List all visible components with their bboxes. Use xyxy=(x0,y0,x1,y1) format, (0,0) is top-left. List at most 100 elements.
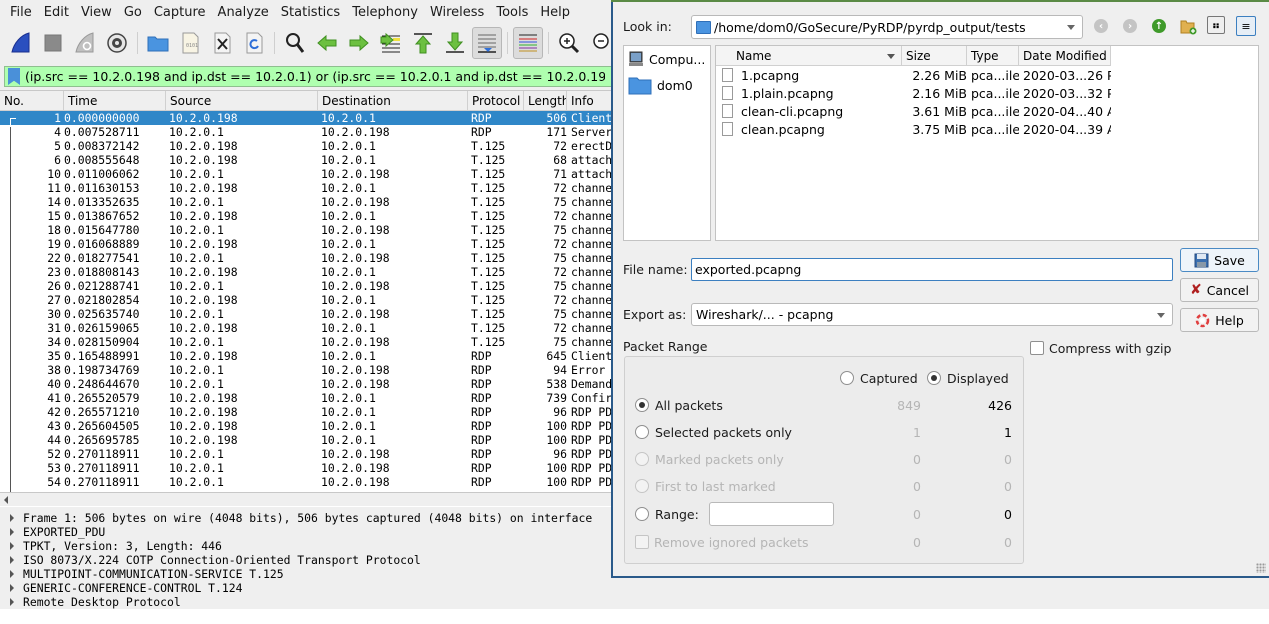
packet-row[interactable]: 38 0.198734769 10.2.0.1 10.2.0.198 RDP 94 Erro… xyxy=(0,363,612,377)
menu-wireless[interactable]: Wireless xyxy=(424,5,490,20)
list-view-button[interactable]: ⠶ xyxy=(1207,16,1225,34)
detail-view-button[interactable]: ≡ xyxy=(1236,16,1256,36)
zoom-in-icon[interactable] xyxy=(554,27,584,59)
compress-gzip-label[interactable]: Compress with gzip xyxy=(1049,341,1171,356)
reload-file-icon[interactable] xyxy=(239,27,269,59)
expand-arrow-icon[interactable] xyxy=(10,542,14,550)
packet-row[interactable]: 34 0.028150904 10.2.0.1 10.2.0.198 T.125 75 ch… xyxy=(0,335,612,349)
file-row[interactable]: clean.pcapng 3.75 MiB pca...ile 2020-04...3… xyxy=(716,120,1258,138)
compress-gzip-checkbox[interactable] xyxy=(1030,341,1044,355)
capture-options-icon[interactable] xyxy=(102,27,132,59)
open-file-icon[interactable] xyxy=(143,27,173,59)
detail-row-tpkt[interactable]: TPKT, Version: 3, Length: 446 xyxy=(0,539,612,553)
cancel-button[interactable]: ✘ Cancel xyxy=(1180,278,1259,302)
column-header-name[interactable]: Name xyxy=(716,46,902,66)
packet-row[interactable]: 31 0.026159065 10.2.0.198 10.2.0.1 T.125 72 ch… xyxy=(0,321,612,335)
captured-label[interactable]: Captured xyxy=(860,371,918,386)
packet-row[interactable]: 27 0.021802854 10.2.0.198 10.2.0.1 T.125 72 ch… xyxy=(0,293,612,307)
column-header-info[interactable]: Info xyxy=(567,91,612,110)
packet-row[interactable]: 19 0.016068889 10.2.0.198 10.2.0.1 T.125 72 ch… xyxy=(0,237,612,251)
captured-radio[interactable] xyxy=(840,371,854,385)
menu-analyze[interactable]: Analyze xyxy=(212,5,275,20)
packet-row[interactable]: 22 0.018277541 10.2.0.1 10.2.0.198 T.125 75 ch… xyxy=(0,251,612,265)
menu-tools[interactable]: Tools xyxy=(490,5,534,20)
expand-arrow-icon[interactable] xyxy=(10,584,14,592)
detail-row-frame[interactable]: Frame 1: 506 bytes on wire (4048 bits), … xyxy=(0,511,612,525)
all-packets-label[interactable]: All packets xyxy=(655,398,723,413)
look-in-combo[interactable]: /home/dom0/GoSecure/PyRDP/pyrdp_output/t… xyxy=(691,15,1083,39)
packet-row[interactable]: 5 0.008372142 10.2.0.198 10.2.0.1 T.125 72 ere… xyxy=(0,139,612,153)
auto-scroll-icon[interactable] xyxy=(472,27,502,59)
expand-arrow-icon[interactable] xyxy=(10,556,14,564)
menu-edit[interactable]: Edit xyxy=(38,5,75,20)
column-header-type[interactable]: Type xyxy=(967,46,1019,66)
packet-row[interactable]: 18 0.015647780 10.2.0.1 10.2.0.198 T.125 75 ch… xyxy=(0,223,612,237)
column-header-length[interactable]: Length xyxy=(524,91,567,110)
menu-statistics[interactable]: Statistics xyxy=(275,5,346,20)
file-row[interactable]: 1.plain.pcapng 2.16 MiB pca...ile 2020-03..… xyxy=(716,84,1258,102)
stop-capture-icon[interactable] xyxy=(38,27,68,59)
menu-file[interactable]: File xyxy=(4,5,38,20)
selected-packets-label[interactable]: Selected packets only xyxy=(655,425,792,440)
detail-row-t125[interactable]: MULTIPOINT-COMMUNICATION-SERVICE T.125 xyxy=(0,567,612,581)
first-packet-icon[interactable] xyxy=(408,27,438,59)
packet-row[interactable]: 10 0.011006062 10.2.0.1 10.2.0.198 T.125 71 at… xyxy=(0,167,612,181)
save-button[interactable]: Save xyxy=(1180,248,1259,272)
menu-help[interactable]: Help xyxy=(534,5,576,20)
packet-row[interactable]: 43 0.265604505 10.2.0.198 10.2.0.1 RDP 100 RDP… xyxy=(0,419,612,433)
expand-arrow-icon[interactable] xyxy=(10,514,14,522)
column-header-no[interactable]: No. xyxy=(0,91,64,110)
expand-arrow-icon[interactable] xyxy=(10,570,14,578)
column-header-destination[interactable]: Destination xyxy=(318,91,468,110)
bookmark-icon[interactable] xyxy=(8,68,20,85)
detail-row-exported-pdu[interactable]: EXPORTED_PDU xyxy=(0,525,612,539)
expand-arrow-icon[interactable] xyxy=(10,598,14,606)
all-packets-radio[interactable] xyxy=(635,398,649,412)
packet-row[interactable]: 26 0.021288741 10.2.0.1 10.2.0.198 T.125 75 ch… xyxy=(0,279,612,293)
resize-grip[interactable] xyxy=(1256,563,1266,573)
menu-view[interactable]: View xyxy=(75,5,118,20)
go-to-packet-icon[interactable] xyxy=(376,27,406,59)
start-capture-icon[interactable] xyxy=(6,27,36,59)
packet-row[interactable]: 11 0.011630153 10.2.0.198 10.2.0.1 T.125 72 ch… xyxy=(0,181,612,195)
range-radio[interactable] xyxy=(635,507,649,521)
sidebar-item-dom0[interactable]: dom0 xyxy=(624,72,710,98)
packet-row[interactable]: 35 0.165488991 10.2.0.198 10.2.0.1 RDP 645 Cli… xyxy=(0,349,612,363)
go-back-icon[interactable] xyxy=(312,27,342,59)
column-header-size[interactable]: Size xyxy=(902,46,967,66)
menu-capture[interactable]: Capture xyxy=(148,5,212,20)
save-file-icon[interactable]: 0101 xyxy=(175,27,205,59)
column-header-source[interactable]: Source xyxy=(166,91,318,110)
displayed-label[interactable]: Displayed xyxy=(947,371,1009,386)
packet-row[interactable]: 44 0.265695785 10.2.0.198 10.2.0.1 RDP 100 RDP… xyxy=(0,433,612,447)
packet-row[interactable]: 1 0.000000000 10.2.0.198 10.2.0.1 RDP 506 Clie… xyxy=(0,111,612,125)
menu-go[interactable]: Go xyxy=(118,5,148,20)
new-folder-button[interactable] xyxy=(1178,16,1198,36)
packet-row[interactable]: 40 0.248644670 10.2.0.1 10.2.0.198 RDP 538 Dem… xyxy=(0,377,612,391)
display-filter-input[interactable] xyxy=(25,69,605,84)
export-as-combo[interactable]: Wireshark/... - pcapng xyxy=(691,303,1173,326)
selected-packets-radio[interactable] xyxy=(635,425,649,439)
packet-row[interactable]: 53 0.270118911 10.2.0.1 10.2.0.198 RDP 100 RDP… xyxy=(0,461,612,475)
detail-row-t124[interactable]: GENERIC-CONFERENCE-CONTROL T.124 xyxy=(0,581,612,595)
range-label[interactable]: Range: xyxy=(655,507,699,522)
file-name-input[interactable]: exported.pcapng xyxy=(691,258,1173,281)
detail-row-rdp[interactable]: Remote Desktop Protocol xyxy=(0,595,612,609)
packet-row[interactable]: 14 0.013352635 10.2.0.1 10.2.0.198 T.125 75 ch… xyxy=(0,195,612,209)
colorize-icon[interactable] xyxy=(513,27,543,59)
file-row[interactable]: clean-cli.pcapng 3.61 MiB pca...ile 2020-04… xyxy=(716,102,1258,120)
packet-row[interactable]: 30 0.025635740 10.2.0.1 10.2.0.198 T.125 75 ch… xyxy=(0,307,612,321)
sidebar-item-computer[interactable]: Compu... xyxy=(624,46,710,72)
packet-row[interactable]: 42 0.265571210 10.2.0.198 10.2.0.1 RDP 96 RDP … xyxy=(0,405,612,419)
range-input[interactable] xyxy=(709,502,834,526)
help-button[interactable]: Help xyxy=(1180,308,1259,332)
packet-row[interactable]: 6 0.008555648 10.2.0.198 10.2.0.1 T.125 68 att… xyxy=(0,153,612,167)
file-row[interactable]: 1.pcapng 2.26 MiBpca...ile2020-03...26 P.… xyxy=(716,66,1258,84)
packet-row[interactable]: 4 0.007528711 10.2.0.1 10.2.0.198 RDP 171 Serv… xyxy=(0,125,612,139)
back-button[interactable]: ‹ xyxy=(1091,16,1111,36)
menu-telephony[interactable]: Telephony xyxy=(346,5,424,20)
forward-button[interactable]: › xyxy=(1120,16,1140,36)
last-packet-icon[interactable] xyxy=(440,27,470,59)
packet-list-horizontal-scrollbar[interactable] xyxy=(0,492,612,506)
find-packet-icon[interactable] xyxy=(280,27,310,59)
